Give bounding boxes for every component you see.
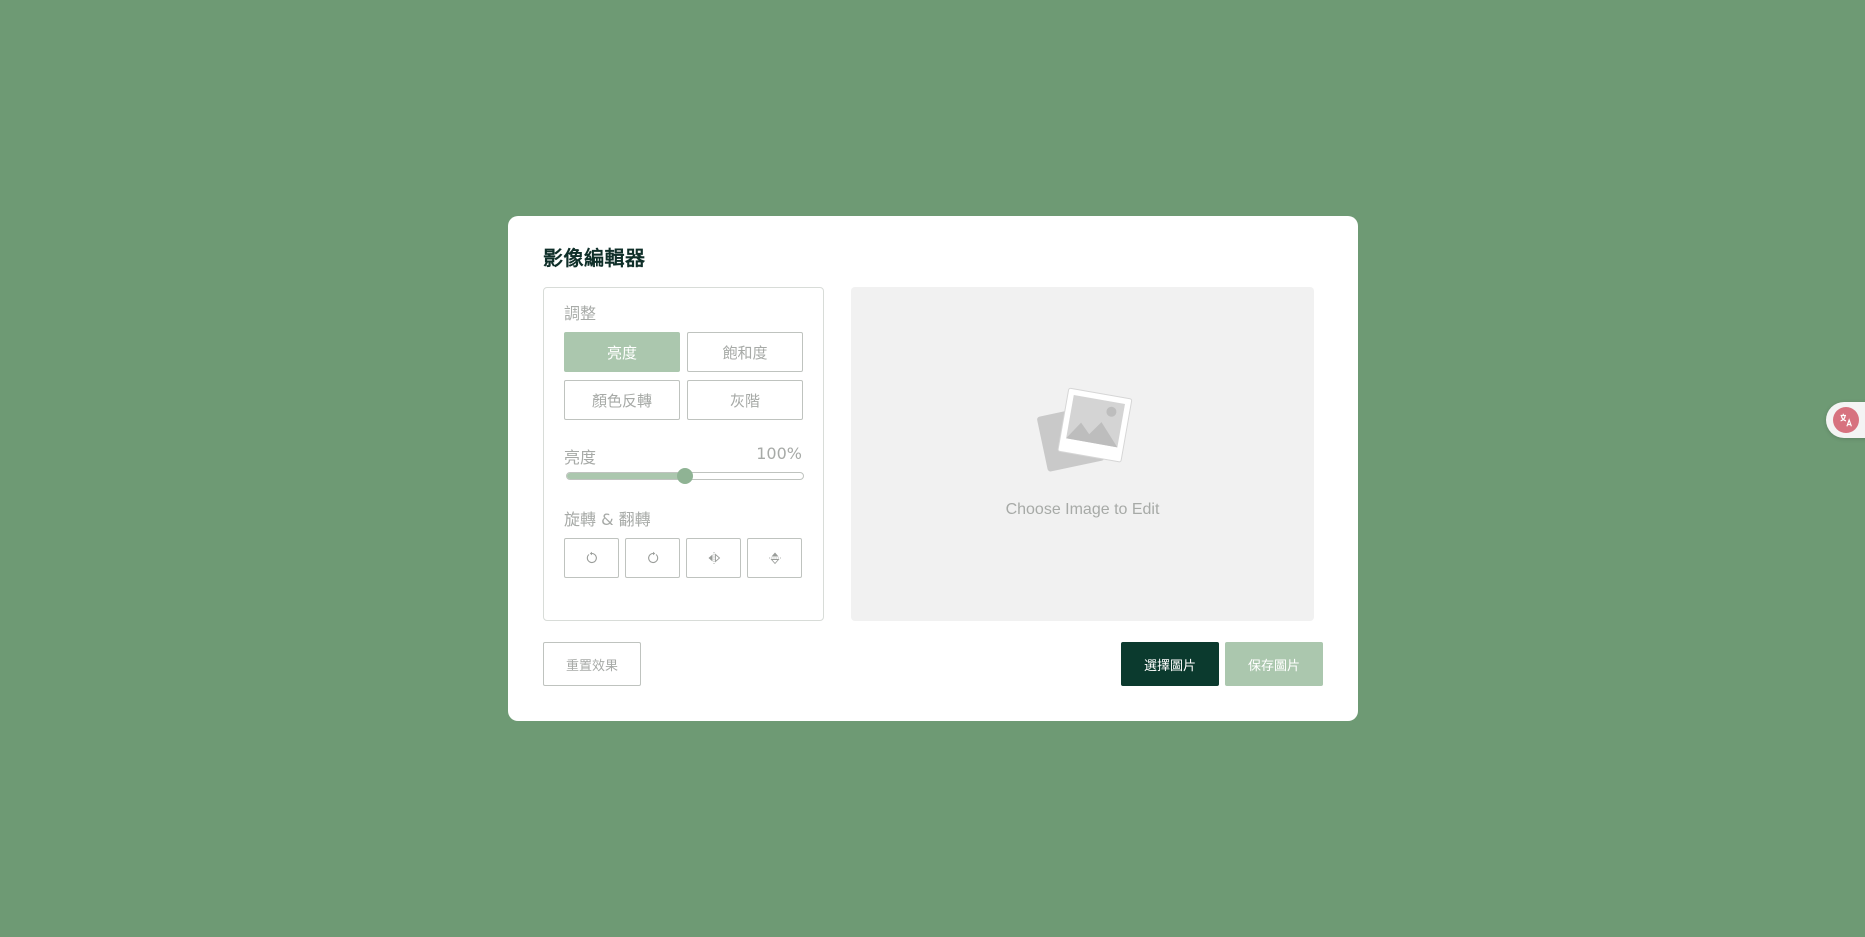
flip-vertical-icon: [768, 552, 781, 565]
rotate-left-button[interactable]: [564, 538, 619, 578]
filter-brightness-button[interactable]: 亮度: [564, 332, 680, 372]
adjust-label: 調整: [564, 304, 597, 323]
rotate-right-button[interactable]: [625, 538, 680, 578]
preview-placeholder-text: Choose Image to Edit: [1005, 501, 1160, 518]
brightness-slider[interactable]: [566, 468, 804, 484]
rotate-right-icon: [647, 551, 658, 564]
flip-horizontal-icon: [708, 552, 720, 564]
editor-title: 影像編輯器: [543, 246, 646, 270]
slider-thumb[interactable]: [677, 468, 693, 484]
filter-inversion-button[interactable]: 顏色反轉: [564, 380, 680, 420]
controls-panel: 調整 亮度 飽和度 顏色反轉 灰階 亮度 100% 旋轉 & 翻轉: [543, 287, 824, 621]
rotate-left-icon: [586, 551, 597, 564]
reset-filters-button[interactable]: 重置效果: [543, 642, 641, 686]
translate-icon[interactable]: [1833, 407, 1859, 433]
page-background: 影像編輯器 調整 亮度 飽和度 顏色反轉 灰階 亮度 100% 旋轉 & 翻轉: [0, 0, 1865, 937]
save-image-button[interactable]: 保存圖片: [1225, 642, 1323, 686]
slider-label: 亮度: [564, 448, 597, 467]
flip-horizontal-button[interactable]: [686, 538, 741, 578]
filter-saturation-button[interactable]: 飽和度: [687, 332, 803, 372]
filter-grayscale-button[interactable]: 灰階: [687, 380, 803, 420]
image-preview-area: Choose Image to Edit: [851, 287, 1314, 621]
image-editor-dialog: 影像編輯器 調整 亮度 飽和度 顏色反轉 灰階 亮度 100% 旋轉 & 翻轉: [508, 216, 1358, 721]
rotate-flip-label: 旋轉 & 翻轉: [564, 510, 651, 529]
slider-value: 100%: [756, 444, 802, 463]
choose-image-button[interactable]: 選擇圖片: [1121, 642, 1219, 686]
slider-fill: [567, 473, 685, 479]
image-placeholder-icon: [1037, 387, 1133, 472]
slider-info: 亮度 100%: [564, 444, 802, 468]
flip-vertical-button[interactable]: [747, 538, 802, 578]
translate-widget[interactable]: [1826, 402, 1865, 438]
